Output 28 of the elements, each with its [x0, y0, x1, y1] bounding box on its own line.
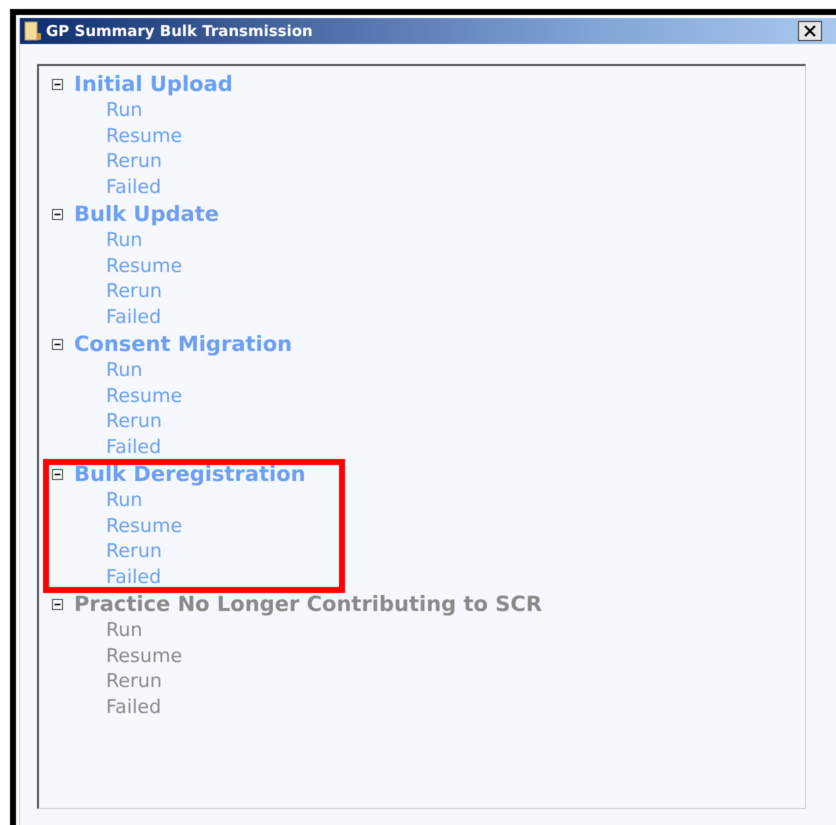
collapse-icon[interactable]	[52, 208, 63, 220]
tree-item[interactable]: Failed	[106, 434, 162, 460]
tree-item[interactable]: Resume	[106, 384, 182, 409]
tree-item[interactable]: Failed	[106, 564, 162, 590]
tree-item[interactable]: Resume	[106, 254, 182, 279]
tree-item[interactable]: Run	[106, 358, 142, 384]
tree-group-label[interactable]: Bulk Deregistration	[74, 462, 306, 486]
tree-item[interactable]: Resume	[106, 514, 182, 539]
tree-group-label[interactable]: Bulk Update	[74, 202, 220, 226]
collapse-icon[interactable]	[52, 338, 63, 350]
tree-item[interactable]: Rerun	[106, 539, 162, 564]
close-button[interactable]	[798, 21, 822, 41]
tree-item[interactable]: Failed	[106, 174, 162, 200]
tree-item[interactable]: Rerun	[106, 279, 162, 304]
collapse-icon[interactable]	[52, 78, 63, 90]
tree-item[interactable]: Resume	[106, 124, 182, 149]
folder-icon	[24, 21, 42, 41]
tree-item[interactable]: Failed	[106, 304, 162, 330]
window-title: GP Summary Bulk Transmission	[46, 22, 314, 40]
tree-item[interactable]: Rerun	[106, 149, 162, 174]
tree-item[interactable]: Run	[106, 98, 142, 124]
collapse-icon[interactable]	[52, 468, 63, 480]
tree-item[interactable]: Run	[106, 488, 142, 514]
tree-group-label[interactable]: Initial Upload	[74, 72, 233, 96]
tree-item[interactable]: Run	[106, 228, 142, 254]
tree-group-label[interactable]: Consent Migration	[74, 332, 292, 356]
tree-item[interactable]: Rerun	[106, 409, 162, 434]
close-icon	[804, 25, 816, 37]
